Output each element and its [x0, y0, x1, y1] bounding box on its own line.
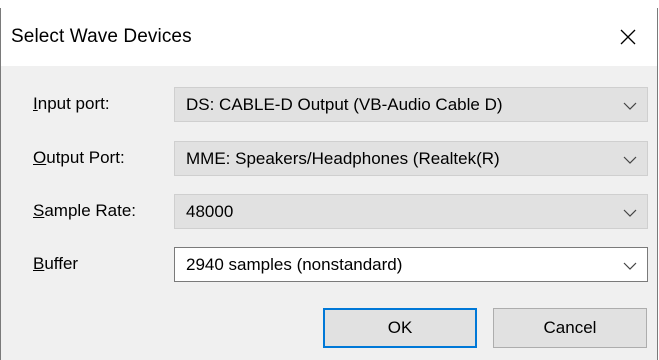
- output-port-value: MME: Speakers/Headphones (Realtek(R): [186, 149, 500, 168]
- ok-button-label: OK: [387, 318, 413, 337]
- cancel-button-label: Cancel: [543, 318, 597, 337]
- input-port-label: Input port:: [33, 94, 110, 113]
- sample-rate-label: Sample Rate:: [33, 201, 137, 220]
- select-wave-devices-dialog: Select Wave Devices Input port: DS: CABL…: [0, 8, 658, 360]
- ok-button[interactable]: OK: [323, 308, 477, 348]
- input-port-value: DS: CABLE-D Output (VB-Audio Cable D): [186, 95, 503, 114]
- input-port-select[interactable]: DS: CABLE-D Output (VB-Audio Cable D): [174, 87, 648, 122]
- chevron-down-icon: [623, 102, 637, 110]
- top-strip: [0, 0, 659, 8]
- output-port-label: Output Port:: [33, 148, 125, 167]
- title-bar: Select Wave Devices: [1, 8, 657, 66]
- close-icon: [620, 29, 636, 45]
- cancel-button[interactable]: Cancel: [493, 308, 647, 348]
- sample-rate-value: 48000: [186, 202, 234, 221]
- buffer-value: 2940 samples (nonstandard): [186, 255, 403, 274]
- buffer-combobox[interactable]: 2940 samples (nonstandard): [174, 247, 648, 282]
- chevron-down-icon: [623, 262, 637, 270]
- output-port-select[interactable]: MME: Speakers/Headphones (Realtek(R): [174, 141, 648, 176]
- dialog-title: Select Wave Devices: [11, 26, 192, 47]
- chevron-down-icon: [623, 156, 637, 164]
- close-button[interactable]: [599, 8, 657, 66]
- chevron-down-icon: [623, 209, 637, 217]
- buffer-label: Buffer: [33, 254, 79, 273]
- sample-rate-select[interactable]: 48000: [174, 194, 648, 229]
